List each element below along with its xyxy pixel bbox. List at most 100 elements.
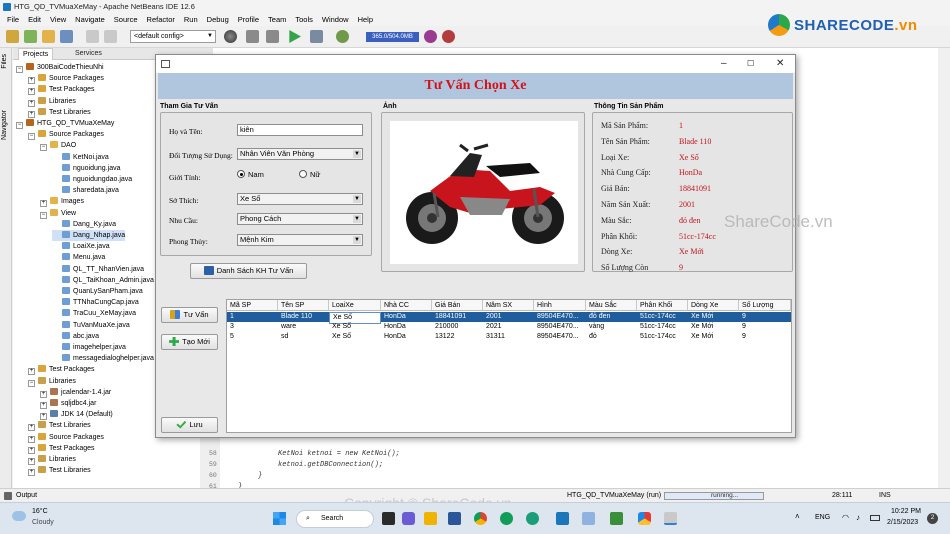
table-cell[interactable]: đỏ — [586, 332, 637, 342]
hobby-select[interactable]: Xe Số ▼ — [237, 193, 363, 205]
code-line[interactable]: ketnoi.getDBConnection(); — [278, 461, 383, 469]
expand-toggle-icon[interactable]: + — [40, 413, 47, 421]
tree-node[interactable]: TraCuu_XeMay.java — [52, 308, 136, 319]
table-cell[interactable]: đỏ đen — [586, 312, 637, 322]
tree-node[interactable]: nguoidung.java — [52, 163, 121, 174]
file-explorer-icon[interactable] — [424, 512, 437, 525]
navigator-tab[interactable]: Navigator — [1, 110, 8, 140]
tab-services[interactable]: Services — [71, 48, 106, 60]
tree-node[interactable]: − 300BaiCodeThieuNhi — [16, 62, 104, 73]
tree-node[interactable]: KetNoi.java — [52, 152, 109, 163]
camtasia-icon[interactable] — [610, 512, 623, 525]
table-cell[interactable]: Xe Mới — [688, 332, 739, 342]
menu-item-help[interactable]: Help — [358, 13, 373, 26]
table-cell[interactable]: vàng — [586, 322, 637, 332]
tree-node[interactable]: sharedata.java — [52, 185, 119, 196]
redo-icon[interactable] — [104, 30, 117, 43]
battery-icon[interactable] — [870, 515, 880, 521]
table-cell[interactable]: Xe Mới — [688, 322, 739, 332]
table-cell[interactable]: ware — [278, 322, 329, 332]
table-row[interactable]: 5 sd Xe Số HonDa 13122 31311 89504E470... đỏ 51c… — [227, 332, 791, 342]
fengshui-select[interactable]: Mệnh Kim ▼ — [237, 234, 363, 246]
clock-date[interactable]: 2/15/2023 — [887, 519, 918, 526]
new-project-icon[interactable] — [6, 30, 19, 43]
tree-node[interactable]: abc.java — [52, 331, 99, 342]
table-cell[interactable]: HonDa — [381, 332, 432, 342]
tree-node[interactable]: + sqljdbc4.jar — [40, 398, 96, 409]
expand-toggle-icon[interactable]: − — [16, 66, 23, 73]
expand-toggle-icon[interactable]: − — [40, 211, 47, 219]
column-header[interactable]: Số Lượng — [739, 300, 791, 311]
tree-node[interactable]: + Test Packages — [28, 443, 95, 454]
table-cell[interactable]: HonDa — [381, 312, 432, 322]
tree-node[interactable]: Dang_Ky.java — [52, 219, 116, 230]
gender-female-radio[interactable]: Nữ — [299, 170, 320, 180]
expand-toggle-icon[interactable]: + — [28, 458, 35, 465]
new-button[interactable]: Tạo Mới — [161, 334, 218, 350]
customer-list-button[interactable]: Danh Sách KH Tư Vấn — [190, 263, 307, 279]
open-project-icon[interactable] — [42, 30, 55, 43]
tree-node[interactable]: TTNhaCungCap.java — [52, 297, 139, 308]
tree-node[interactable]: QuanLySanPham.java — [52, 286, 143, 297]
expand-toggle-icon[interactable]: + — [28, 110, 35, 118]
menu-item-team[interactable]: Team — [268, 13, 286, 26]
expand-toggle-icon[interactable]: + — [28, 77, 35, 85]
table-cell[interactable]: 13122 — [432, 332, 483, 342]
table-cell[interactable]: 9 — [739, 322, 791, 332]
expand-toggle-icon[interactable]: + — [40, 200, 47, 208]
menu-item-file[interactable]: File — [7, 13, 19, 26]
expand-toggle-icon[interactable]: + — [40, 402, 47, 409]
tree-node[interactable]: + Images — [40, 196, 84, 208]
expand-toggle-icon[interactable]: + — [28, 435, 35, 443]
task-view-icon[interactable] — [382, 512, 395, 525]
output-tab[interactable]: Output — [16, 489, 37, 503]
column-header[interactable]: Nhà CC — [381, 300, 432, 311]
tree-node[interactable]: + Source Packages — [28, 73, 104, 85]
tree-node[interactable]: + Libraries — [28, 454, 76, 465]
menu-item-run[interactable]: Run — [184, 13, 198, 26]
table-cell[interactable]: 1 — [227, 312, 278, 322]
target-icon[interactable] — [224, 30, 237, 43]
tree-node[interactable]: QL_TaiKhoan_Admin.java — [52, 275, 154, 286]
column-header[interactable]: LoaiXe — [329, 300, 381, 311]
column-header[interactable]: Phân Khối — [637, 300, 688, 311]
table-cell[interactable]: 31311 — [483, 332, 534, 342]
expand-toggle-icon[interactable]: − — [28, 133, 35, 141]
table-cell[interactable]: 5 — [227, 332, 278, 342]
table-cell[interactable]: 18841091 — [432, 312, 483, 322]
expand-toggle-icon[interactable]: + — [28, 469, 35, 477]
tree-node[interactable]: Menu.java — [52, 252, 105, 263]
tree-node[interactable]: QL_TT_NhanVien.java — [52, 264, 144, 275]
debug-icon[interactable] — [310, 30, 323, 43]
tree-node[interactable]: − Source Packages — [28, 129, 104, 141]
column-header[interactable]: Hình — [534, 300, 586, 311]
table-cell[interactable]: 2001 — [483, 312, 534, 322]
clock-time[interactable]: 10:22 PM — [891, 508, 921, 515]
table-row[interactable]: 3 ware Xe Số HonDa 210000 2021 89504E470... vàn… — [227, 322, 791, 332]
table-cell[interactable]: 51cc-174cc — [637, 322, 688, 332]
expand-toggle-icon[interactable]: − — [40, 144, 47, 152]
files-tab[interactable]: Files — [1, 54, 8, 69]
menu-item-window[interactable]: Window — [322, 13, 349, 26]
tree-node[interactable]: − View — [40, 208, 76, 219]
language-indicator[interactable]: ENG — [815, 514, 830, 521]
target-select[interactable]: Nhân Viên Văn Phòng ▼ — [237, 148, 363, 160]
menu-item-source[interactable]: Source — [114, 13, 138, 26]
new-file-icon[interactable] — [24, 30, 37, 43]
menu-item-tools[interactable]: Tools — [295, 13, 313, 26]
gender-male-radio[interactable]: Nam — [237, 170, 264, 180]
profile-icon[interactable] — [336, 30, 349, 43]
windows-start-icon[interactable] — [273, 512, 286, 525]
table-cell[interactable]: 2021 — [483, 322, 534, 332]
column-header[interactable]: Mã SP — [227, 300, 278, 311]
menu-item-edit[interactable]: Edit — [28, 13, 41, 26]
clean-build-icon[interactable] — [266, 30, 279, 43]
gc-icon[interactable] — [424, 30, 437, 43]
netbeans-taskbar-icon[interactable] — [638, 512, 651, 525]
tree-node[interactable]: + Source Packages — [28, 432, 104, 443]
table-cell[interactable]: 9 — [739, 312, 791, 322]
tree-node[interactable]: nguoidungdao.java — [52, 174, 132, 185]
table-cell[interactable]: Blade 110 — [278, 312, 329, 322]
column-header[interactable]: Giá Bán — [432, 300, 483, 311]
tree-node[interactable]: + Test Libraries — [28, 420, 91, 432]
